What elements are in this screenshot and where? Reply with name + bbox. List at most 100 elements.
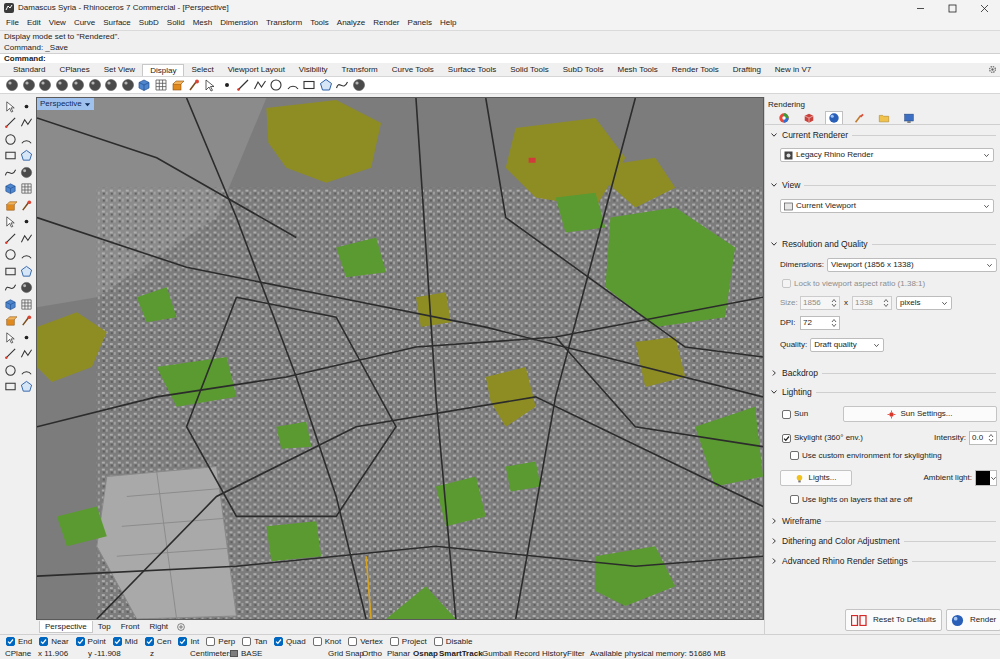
section-header[interactable]: View — [765, 178, 1000, 192]
toolbar-button[interactable] — [269, 78, 283, 92]
lights-button[interactable]: Lights... — [780, 470, 852, 486]
tool-button[interactable] — [3, 215, 18, 229]
section-header[interactable]: Lighting — [765, 385, 1000, 399]
osnap-option[interactable]: Project — [390, 636, 427, 648]
status-toggle[interactable]: Osnap — [413, 649, 439, 659]
toolbar-tab[interactable]: Curve Tools — [385, 64, 441, 76]
osnap-option[interactable]: Int — [178, 636, 199, 648]
sphere-icon[interactable] — [71, 78, 85, 92]
status-toggle[interactable]: Gumball — [482, 649, 514, 659]
arc-icon[interactable] — [20, 133, 33, 146]
line-icon[interactable] — [236, 78, 250, 92]
viewport-tab[interactable]: Perspective — [39, 621, 93, 633]
arc-icon[interactable] — [20, 248, 33, 261]
osnap-option[interactable]: Tan — [242, 636, 267, 648]
osnap-checkbox[interactable] — [145, 637, 154, 646]
point-icon[interactable] — [20, 100, 33, 113]
osnap-checkbox[interactable] — [113, 637, 122, 646]
menu-item[interactable]: Solid — [163, 17, 189, 29]
skylight-checkbox[interactable] — [782, 434, 791, 443]
status-toggle[interactable]: SmartTrack — [439, 649, 482, 659]
toolbar-button[interactable] — [154, 78, 168, 92]
rectangle-icon[interactable] — [4, 149, 17, 162]
grid-icon[interactable] — [20, 298, 33, 311]
status-toggle[interactable]: Planar — [387, 649, 413, 659]
maximize-button[interactable] — [936, 0, 968, 16]
tool-button[interactable] — [3, 314, 18, 328]
tool-button[interactable] — [19, 281, 34, 295]
toolbar-button[interactable] — [137, 78, 151, 92]
toolbar-button[interactable] — [203, 78, 217, 92]
panel-tab[interactable] — [900, 111, 918, 124]
section-header[interactable]: Wireframe — [765, 514, 1000, 528]
toolbar-tab[interactable]: Transform — [335, 64, 385, 76]
tool-button[interactable] — [19, 264, 34, 278]
tool-button[interactable] — [19, 347, 34, 361]
osnap-checkbox[interactable] — [434, 637, 443, 646]
menu-item[interactable]: Curve — [70, 17, 99, 29]
line-icon[interactable] — [4, 232, 17, 245]
menu-item[interactable]: Transform — [262, 17, 306, 29]
viewport-tab[interactable]: Top — [93, 621, 116, 633]
section-header[interactable]: Advanced Rhino Render Settings — [765, 554, 1000, 568]
osnap-checkbox[interactable] — [348, 637, 357, 646]
menu-item[interactable]: Analyze — [333, 17, 369, 29]
toolbar-tab[interactable]: Select — [184, 64, 220, 76]
menu-item[interactable]: Render — [369, 17, 403, 29]
status-toggle[interactable]: Record History — [514, 649, 567, 659]
toolbar-button[interactable] — [104, 78, 118, 92]
sphere-icon[interactable] — [88, 78, 102, 92]
sun-checkbox[interactable] — [782, 410, 791, 419]
osnap-option[interactable]: End — [6, 636, 32, 648]
osnap-checkbox[interactable] — [313, 637, 322, 646]
add-viewport-icon[interactable] — [177, 623, 185, 631]
toolbar-tab[interactable]: Display — [142, 64, 184, 76]
tool-button[interactable] — [19, 248, 34, 262]
sphere-icon[interactable] — [104, 78, 118, 92]
circle-icon[interactable] — [4, 133, 17, 146]
arrow-icon[interactable] — [203, 78, 217, 92]
tool-button[interactable] — [19, 231, 34, 245]
panel-tab[interactable] — [775, 111, 793, 124]
rectangle-icon[interactable] — [4, 265, 17, 278]
ambient-color-swatch[interactable] — [975, 470, 997, 486]
toolbar-button[interactable] — [319, 78, 333, 92]
section-title[interactable]: Lighting — [782, 386, 812, 399]
toolbar-tab[interactable]: Viewport Layout — [221, 64, 292, 76]
extrude-icon[interactable] — [170, 78, 184, 92]
osnap-checkbox[interactable] — [178, 637, 187, 646]
menu-item[interactable]: Surface — [99, 17, 135, 29]
menu-item[interactable]: Tools — [306, 17, 333, 29]
toolbar-tab[interactable]: Drafting — [726, 64, 768, 76]
section-header[interactable]: Backdrop — [765, 366, 1000, 380]
toolbar-button[interactable] — [187, 78, 201, 92]
section-title[interactable]: Resolution and Quality — [782, 238, 868, 251]
brush-icon[interactable] — [20, 199, 33, 212]
toolbar-button[interactable] — [121, 78, 135, 92]
tool-button[interactable] — [3, 149, 18, 163]
section-header[interactable]: Dithering and Color Adjustment — [765, 534, 1000, 548]
menu-item[interactable]: Edit — [23, 17, 45, 29]
tool-button[interactable] — [3, 281, 18, 295]
sphere-icon[interactable] — [22, 78, 36, 92]
osnap-checkbox[interactable] — [76, 637, 85, 646]
tool-button[interactable] — [3, 182, 18, 196]
sphere-icon[interactable] — [55, 78, 69, 92]
osnap-option[interactable]: Cen — [145, 636, 172, 648]
dimensions-dropdown[interactable]: Viewport (1856 x 1338) — [827, 258, 997, 272]
section-title[interactable]: Current Renderer — [782, 129, 848, 142]
menu-item[interactable]: View — [45, 17, 70, 29]
polygon-icon[interactable] — [20, 149, 33, 162]
panel-tab[interactable] — [800, 111, 818, 124]
toolbar-button[interactable] — [335, 78, 349, 92]
tool-button[interactable] — [19, 363, 34, 377]
tool-button[interactable] — [3, 380, 18, 394]
menu-item[interactable]: Panels — [404, 17, 436, 29]
sun-settings-button[interactable]: Sun Settings... — [843, 406, 997, 422]
tool-button[interactable] — [19, 380, 34, 394]
toolbar-tab[interactable]: Solid Tools — [503, 64, 556, 76]
panel-tab[interactable] — [825, 111, 843, 124]
viewport-tab[interactable]: Right — [144, 621, 173, 633]
section-title[interactable]: Wireframe — [782, 515, 821, 528]
osnap-checkbox[interactable] — [390, 637, 399, 646]
